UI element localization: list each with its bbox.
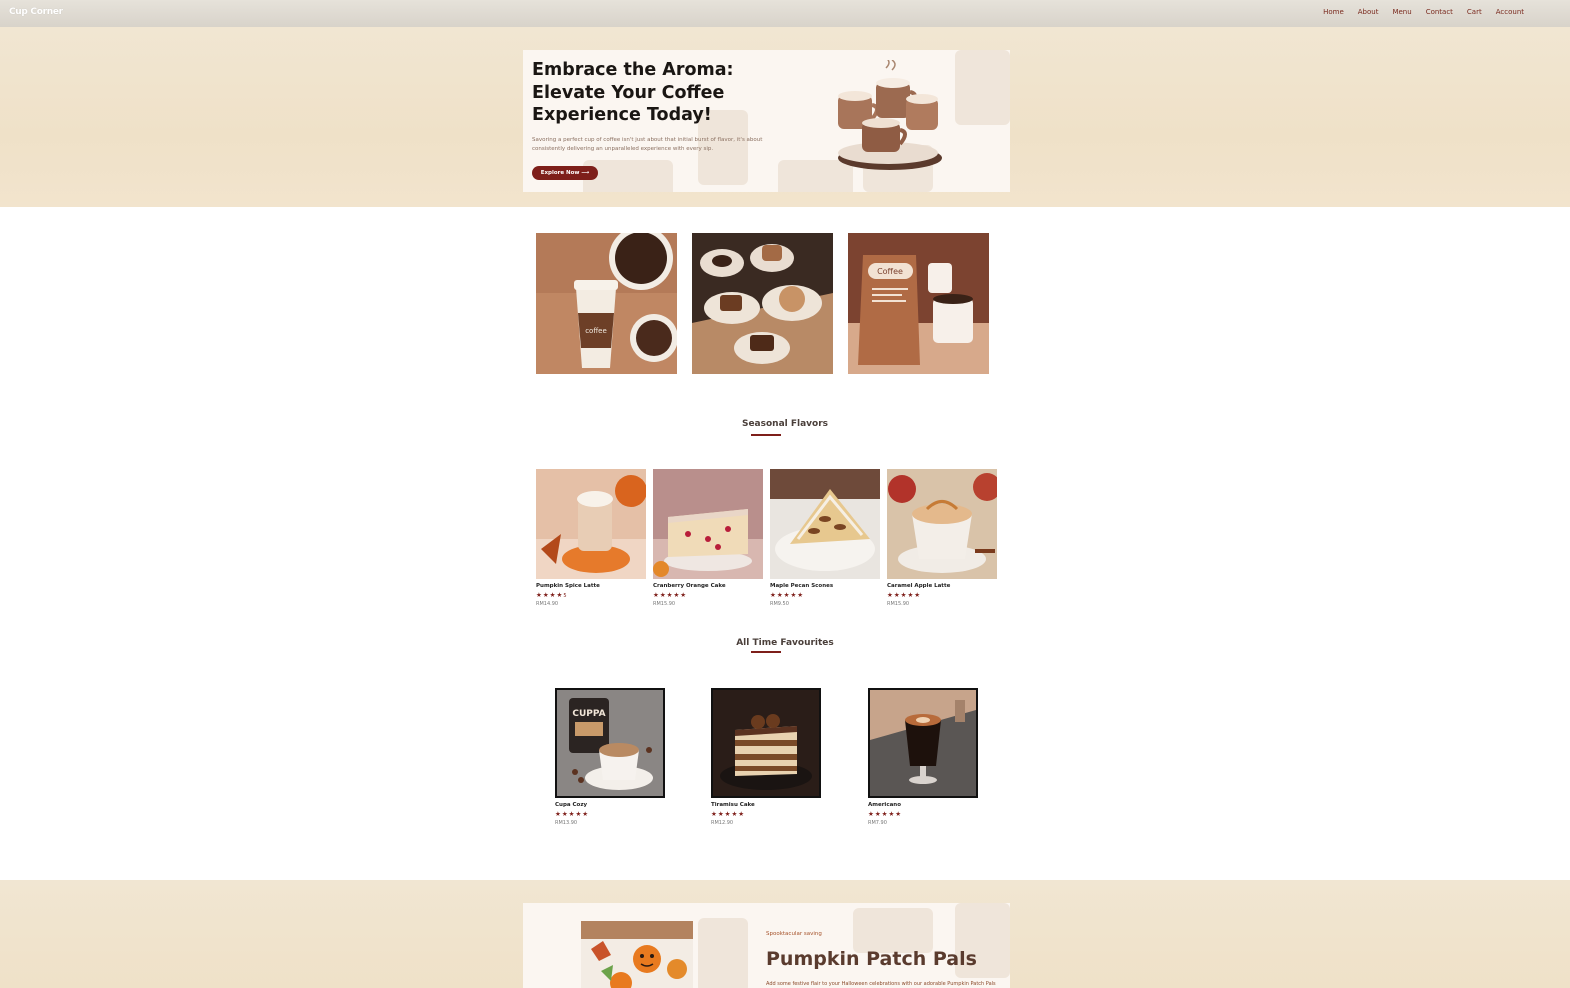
- product-name: Pumpkin Spice Latte: [536, 583, 600, 589]
- favourite-item-americano[interactable]: Americano ★★★★★ RM7.90: [868, 688, 978, 826]
- product-price: RM12.90: [711, 820, 734, 826]
- explore-now-button[interactable]: Explore Now ⟶: [532, 166, 598, 180]
- hero-section: Embrace the Aroma: Elevate Your Coffee E…: [0, 27, 1570, 207]
- coffee-cup-and-beans-image: coffee: [536, 233, 677, 374]
- ghost-jar-decoration: [698, 918, 748, 988]
- product-price: RM9.50: [770, 601, 789, 607]
- top-navbar: Cup Corner Home About Menu Contact Cart …: [0, 0, 1570, 27]
- coffee-cups-illustration: [838, 60, 942, 170]
- hero-title: Embrace the Aroma: Elevate Your Coffee E…: [532, 60, 734, 125]
- nav-link-contact[interactable]: Contact: [1426, 8, 1453, 16]
- star-rating-icon: ★★★★★: [711, 810, 746, 818]
- product-name: Maple Pecan Scones: [770, 583, 834, 589]
- category-image-coffee-bag[interactable]: Coffee: [848, 233, 989, 374]
- product-price: RM14.90: [536, 601, 559, 607]
- caramel-latte-picture: [887, 469, 997, 579]
- star-rating-icon: ★★★★★: [887, 591, 922, 599]
- product-price: RM13.90: [555, 820, 578, 826]
- promo-text: Add some festive flair to your Halloween…: [766, 981, 996, 987]
- product-name: Caramel Apple Latte: [887, 583, 951, 589]
- nav-link-about[interactable]: About: [1358, 8, 1379, 16]
- tiramisu-picture: [713, 690, 819, 796]
- seasonal-item-maple-pecan-scones[interactable]: Maple Pecan Scones ★★★★★ RM9.50: [770, 469, 880, 607]
- cupa-cozy-picture: CUPPA: [557, 690, 663, 796]
- category-image-pastries[interactable]: [692, 233, 833, 374]
- cranberry-orange-cake-image[interactable]: [653, 469, 763, 579]
- pumpkin-cookies-picture: [581, 921, 693, 988]
- ghost-cup-decoration: [853, 908, 933, 953]
- americano-picture: [870, 690, 976, 796]
- product-price: RM7.90: [868, 820, 887, 826]
- brand-logo[interactable]: Cup Corner: [9, 7, 63, 17]
- product-name: Tiramisu Cake: [711, 802, 755, 808]
- caramel-apple-latte-image[interactable]: [887, 469, 997, 579]
- seasonal-item-cranberry-orange-cake[interactable]: Cranberry Orange Cake ★★★★★ RM15.90: [653, 469, 763, 607]
- section-underline: [751, 651, 781, 653]
- product-name: Americano: [868, 802, 901, 808]
- nav-link-home[interactable]: Home: [1323, 8, 1344, 16]
- ghost-bag-decoration: [955, 50, 1010, 125]
- hero-card: Embrace the Aroma: Elevate Your Coffee E…: [523, 50, 1010, 192]
- nav-link-account[interactable]: Account: [1496, 8, 1524, 16]
- promo-section: Spooktacular saving Pumpkin Patch Pals A…: [0, 880, 1570, 988]
- cupa-cozy-image[interactable]: CUPPA: [555, 688, 665, 798]
- maple-scones-picture: [770, 469, 880, 579]
- all-time-favourites-title: All Time Favourites: [736, 638, 834, 648]
- category-image-cup[interactable]: coffee: [536, 233, 677, 374]
- favourite-item-tiramisu-cake[interactable]: Tiramisu Cake ★★★★★ RM12.90: [711, 688, 821, 826]
- cranberry-cake-picture: [653, 469, 763, 579]
- seasonal-flavors-title: Seasonal Flavors: [741, 419, 829, 429]
- product-name: Cranberry Orange Cake: [653, 583, 726, 589]
- star-rating-icon: ★★★★★: [770, 591, 805, 599]
- promo-card: Spooktacular saving Pumpkin Patch Pals A…: [523, 903, 1010, 988]
- coffee-bag-image: Coffee: [848, 233, 989, 374]
- favourite-item-cupa-cozy[interactable]: CUPPA Cupa Cozy ★★★★★ RM13.90: [555, 688, 665, 826]
- seasonal-item-pumpkin-spice-latte[interactable]: Pumpkin Spice Latte ★★★★5 RM14.90: [536, 469, 646, 607]
- star-rating-icon: ★★★★★: [868, 810, 903, 818]
- pumpkin-patch-pals-image[interactable]: [581, 921, 693, 988]
- nav-link-cart[interactable]: Cart: [1467, 8, 1482, 16]
- svg-text:CUPPA: CUPPA: [572, 709, 605, 719]
- promo-title: Pumpkin Patch Pals: [766, 948, 977, 970]
- product-price: RM15.90: [887, 601, 910, 607]
- svg-text:coffee: coffee: [585, 327, 607, 335]
- star-rating-icon: ★★★★5: [536, 591, 568, 599]
- pumpkin-latte-picture: [536, 469, 646, 579]
- tiramisu-cake-image[interactable]: [711, 688, 821, 798]
- nav-link-menu[interactable]: Menu: [1392, 8, 1411, 16]
- promo-kicker: Spooktacular saving: [766, 931, 822, 937]
- hero-subtitle: Savoring a perfect cup of coffee isn't j…: [532, 137, 763, 152]
- americano-image[interactable]: [868, 688, 978, 798]
- svg-text:Coffee: Coffee: [877, 267, 903, 276]
- pumpkin-spice-latte-image[interactable]: [536, 469, 646, 579]
- seasonal-item-caramel-apple-latte[interactable]: Caramel Apple Latte ★★★★★ RM15.90: [887, 469, 997, 607]
- star-rating-icon: ★★★★★: [555, 810, 590, 818]
- maple-pecan-scones-image[interactable]: [770, 469, 880, 579]
- star-rating-icon: ★★★★★: [653, 591, 688, 599]
- product-name: Cupa Cozy: [555, 802, 588, 808]
- pastries-and-coffee-image: [692, 233, 833, 374]
- nav-links: Home About Menu Contact Cart Account: [1323, 8, 1524, 16]
- product-price: RM15.90: [653, 601, 676, 607]
- section-underline: [751, 434, 781, 436]
